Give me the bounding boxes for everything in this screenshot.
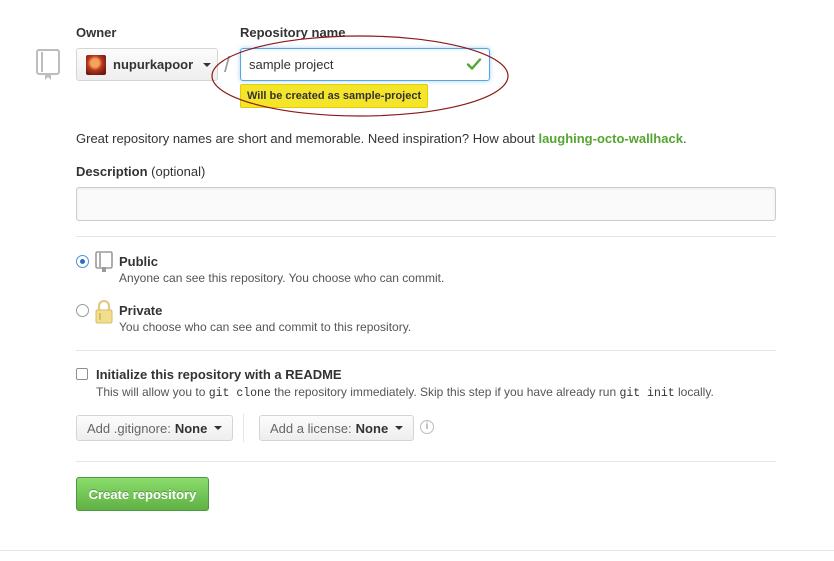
avatar	[86, 54, 106, 75]
readme-description: This will allow you to git clone the rep…	[96, 385, 714, 400]
repo-icon	[95, 251, 113, 272]
public-title: Public	[119, 254, 159, 269]
info-icon[interactable]: i	[420, 420, 434, 434]
owner-dropdown[interactable]: nupurkapoor	[76, 48, 218, 81]
owner-label: Owner	[76, 25, 117, 40]
description-input[interactable]	[76, 187, 776, 221]
divider	[243, 414, 244, 442]
private-radio[interactable]	[76, 304, 89, 317]
suggested-name-link[interactable]: laughing-octo-wallhack	[538, 131, 682, 146]
name-suggestion: Great repository names are short and mem…	[76, 131, 687, 146]
footer-divider	[0, 550, 834, 551]
annotation-ellipse	[211, 35, 509, 117]
divider	[76, 461, 776, 462]
license-value: None	[355, 420, 389, 436]
divider	[76, 236, 776, 237]
create-repository-button[interactable]: Create repository	[76, 477, 209, 511]
owner-name: nupurkapoor	[113, 57, 194, 72]
readme-title: Initialize this repository with a README	[96, 367, 342, 382]
lock-icon	[95, 300, 113, 324]
divider	[76, 350, 776, 351]
private-description: You choose who can see and commit to thi…	[119, 320, 412, 334]
license-dropdown[interactable]: Add a license: None	[259, 415, 415, 441]
chevron-down-icon	[395, 426, 404, 430]
public-radio[interactable]	[76, 255, 89, 268]
repo-icon	[36, 49, 60, 80]
optional-tag: (optional)	[151, 164, 206, 179]
chevron-down-icon	[214, 426, 223, 430]
private-title: Private	[119, 303, 163, 318]
public-description: Anyone can see this repository. You choo…	[119, 271, 445, 285]
description-label: Description (optional)	[76, 164, 206, 179]
gitignore-dropdown[interactable]: Add .gitignore: None	[76, 415, 234, 441]
gitignore-value: None	[174, 420, 208, 436]
readme-checkbox[interactable]	[76, 368, 88, 380]
